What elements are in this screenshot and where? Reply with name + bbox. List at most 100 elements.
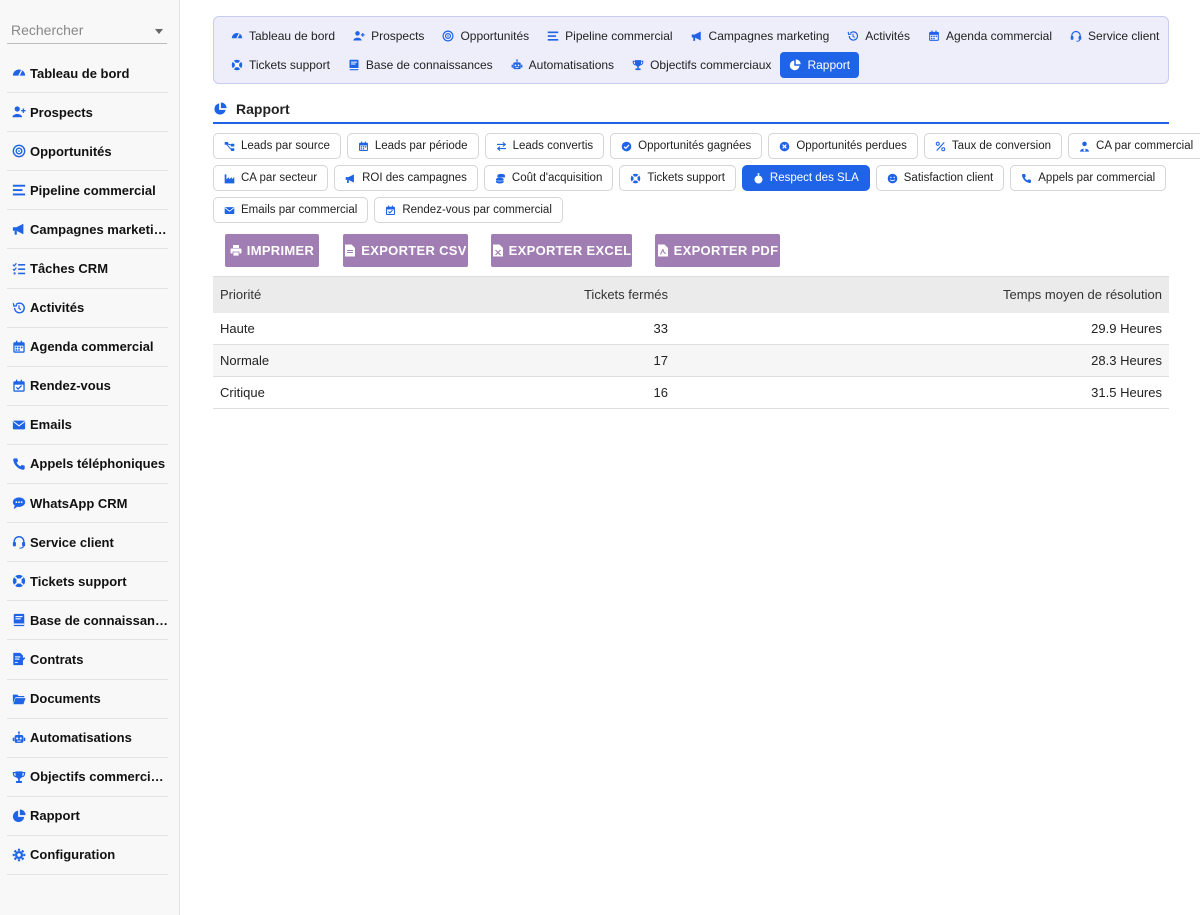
sidebar-item-documents[interactable]: Documents bbox=[7, 680, 168, 719]
report-chip-leads-par-periode[interactable]: Leads par période bbox=[346, 133, 479, 159]
report-chip-ca-par-secteur[interactable]: CA par secteur bbox=[213, 165, 329, 191]
tab-base-de-connaissances[interactable]: Base de connaissances bbox=[339, 52, 502, 78]
sidebar-item-base-de-connaissan[interactable]: Base de connaissan… bbox=[7, 601, 168, 641]
tab-opportunites[interactable]: Opportunités bbox=[433, 23, 538, 49]
bars-icon bbox=[547, 30, 559, 42]
sidebar-item-campagnes-marketing[interactable]: Campagnes marketing bbox=[7, 210, 168, 250]
file-pdf-icon bbox=[657, 244, 668, 257]
search-select[interactable] bbox=[7, 18, 167, 44]
task-list-icon bbox=[12, 262, 26, 276]
sidebar-item-taches-crm[interactable]: Tâches CRM bbox=[7, 249, 168, 289]
sidebar-menu: Tableau de bord Prospects Opportunités Pipe… bbox=[7, 54, 168, 875]
report-chip-rendez-vous-par-commercial[interactable]: Rendez-vous par commercial bbox=[374, 197, 563, 223]
report-chip-opportunites-gagnees[interactable]: Opportunités gagnées bbox=[610, 133, 763, 159]
cell-priority: Critique bbox=[213, 376, 513, 409]
report-chip-label: CA par commercial bbox=[1096, 140, 1194, 152]
sidebar-item-appels-telephoniques[interactable]: Appels téléphoniques bbox=[7, 445, 168, 485]
tab-prospects[interactable]: Prospects bbox=[344, 23, 433, 49]
tab-service-client[interactable]: Service client bbox=[1061, 23, 1168, 49]
megaphone-icon bbox=[345, 173, 356, 184]
sidebar-item-prospects[interactable]: Prospects bbox=[7, 93, 168, 133]
report-chip-leads-convertis[interactable]: Leads convertis bbox=[484, 133, 605, 159]
tab-objectifs-commerciaux[interactable]: Objectifs commerciaux bbox=[623, 52, 780, 78]
print-button[interactable]: IMPRIMER bbox=[225, 234, 319, 267]
search-input[interactable] bbox=[7, 18, 147, 42]
sidebar-item-rendez-vous[interactable]: Rendez-vous bbox=[7, 367, 168, 406]
sidebar-item-label: Tâches CRM bbox=[30, 261, 109, 277]
trophy-icon bbox=[12, 770, 26, 784]
dashboard-icon bbox=[231, 30, 243, 42]
report-chip-emails-par-commercial[interactable]: Emails par commercial bbox=[213, 197, 369, 223]
column-header-closed-tickets[interactable]: Tickets fermés bbox=[513, 276, 675, 313]
chat-icon bbox=[12, 496, 26, 510]
table-row: Normale 17 28.3 Heures bbox=[213, 344, 1169, 377]
sidebar-item-rapport[interactable]: Rapport bbox=[7, 797, 168, 836]
sidebar-item-label: Prospects bbox=[30, 104, 93, 120]
chevron-down-icon[interactable] bbox=[155, 29, 163, 34]
pie-chart-icon bbox=[12, 809, 26, 823]
headset-icon bbox=[1070, 30, 1082, 42]
sidebar-item-activites[interactable]: Activités bbox=[7, 289, 168, 328]
tab-label: Base de connaissances bbox=[365, 58, 493, 72]
phone-icon bbox=[1021, 173, 1032, 184]
cell-priority: Normale bbox=[213, 344, 513, 377]
sidebar-item-objectifs-commerciaux[interactable]: Objectifs commerciaux bbox=[7, 758, 168, 797]
sidebar-item-automatisations[interactable]: Automatisations bbox=[7, 719, 168, 758]
sidebar-item-tableau-de-bord[interactable]: Tableau de bord bbox=[7, 54, 168, 94]
column-header-priority[interactable]: Priorité bbox=[213, 276, 513, 313]
report-chip-respect-des-sla[interactable]: Respect des SLA bbox=[741, 165, 870, 191]
lifebuoy-icon bbox=[630, 173, 641, 184]
tab-label: Rapport bbox=[807, 58, 851, 72]
lifebuoy-icon bbox=[231, 59, 243, 71]
tab-rapport[interactable]: Rapport bbox=[780, 52, 860, 78]
column-header-avg-resolution[interactable]: Temps moyen de résolution bbox=[675, 276, 1169, 313]
report-chip-label: ROI des campagnes bbox=[362, 172, 467, 184]
sla-report-table: Priorité Tickets fermés Temps moyen de r… bbox=[213, 276, 1169, 409]
sidebar-item-pipeline-commercial[interactable]: Pipeline commercial bbox=[7, 171, 168, 211]
report-chip-appels-par-commercial[interactable]: Appels par commercial bbox=[1010, 165, 1167, 191]
pie-chart-icon bbox=[789, 59, 802, 71]
sidebar-item-service-client[interactable]: Service client bbox=[7, 523, 168, 563]
sidebar-item-whatsapp-crm[interactable]: WhatsApp CRM bbox=[7, 484, 168, 524]
headset-icon bbox=[12, 535, 26, 549]
industry-icon bbox=[224, 173, 235, 184]
sidebar-item-opportunites[interactable]: Opportunités bbox=[7, 132, 168, 172]
tab-activites[interactable]: Activités bbox=[838, 23, 919, 49]
table-header-row: Priorité Tickets fermés Temps moyen de r… bbox=[213, 276, 1169, 313]
report-chip-label: Opportunités perdues bbox=[796, 140, 907, 152]
report-chip-leads-par-source[interactable]: Leads par source bbox=[213, 133, 341, 159]
report-chip-tickets-support[interactable]: Tickets support bbox=[619, 165, 736, 191]
report-chip-satisfaction-client[interactable]: Satisfaction client bbox=[875, 165, 1005, 191]
tab-campagnes-marketing[interactable]: Campagnes marketing bbox=[682, 23, 839, 49]
tab-label: Tickets support bbox=[249, 58, 330, 72]
report-chip-label: Rendez-vous par commercial bbox=[402, 204, 552, 216]
export-pdf-button[interactable]: EXPORTER PDF bbox=[655, 234, 780, 267]
report-chip-label: Satisfaction client bbox=[903, 172, 994, 184]
report-chip-taux-de-conversion[interactable]: Taux de conversion bbox=[923, 133, 1063, 159]
tab-label: Automatisations bbox=[528, 58, 615, 72]
report-chip-ca-par-commercial[interactable]: CA par commercial bbox=[1068, 133, 1200, 159]
tab-pipeline-commercial[interactable]: Pipeline commercial bbox=[538, 23, 681, 49]
tab-tickets-support[interactable]: Tickets support bbox=[222, 52, 339, 78]
page-title: Rapport bbox=[236, 101, 290, 117]
export-excel-button[interactable]: EXPORTER EXCEL bbox=[491, 234, 632, 267]
tab-agenda-commercial[interactable]: Agenda commercial bbox=[919, 23, 1061, 49]
tab-automatisations[interactable]: Automatisations bbox=[502, 52, 623, 78]
sidebar-item-emails[interactable]: Emails bbox=[7, 406, 168, 445]
report-chip-opportunites-perdues[interactable]: Opportunités perdues bbox=[768, 133, 918, 159]
export-csv-button[interactable]: EXPORTER CSV bbox=[343, 234, 468, 267]
sidebar-item-configuration[interactable]: Configuration bbox=[7, 836, 168, 875]
robot-icon bbox=[511, 59, 523, 71]
smile-icon bbox=[887, 173, 898, 184]
sidebar-item-contrats[interactable]: Contrats bbox=[7, 640, 168, 680]
sidebar-item-tickets-support[interactable]: Tickets support bbox=[7, 562, 168, 602]
contract-icon bbox=[12, 652, 26, 666]
report-chip-roi-des-campagnes[interactable]: ROI des campagnes bbox=[334, 165, 478, 191]
tab-tableau-de-bord[interactable]: Tableau de bord bbox=[222, 23, 344, 49]
report-chip-cout-d-acquisition[interactable]: Coût d'acquisition bbox=[483, 165, 614, 191]
sidebar-item-label: Configuration bbox=[30, 847, 116, 863]
calendar-check-icon bbox=[12, 379, 26, 393]
history-icon bbox=[12, 301, 26, 315]
report-chip-label: Leads par source bbox=[241, 140, 330, 152]
sidebar-item-agenda-commercial[interactable]: Agenda commercial bbox=[7, 328, 168, 367]
